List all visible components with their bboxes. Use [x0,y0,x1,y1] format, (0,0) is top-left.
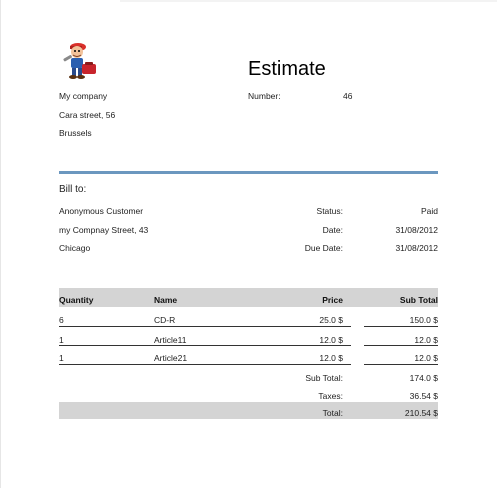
date-value: 31/08/2012 [395,225,438,235]
due-date-label: Due Date: [304,243,343,253]
bill-to-heading: Bill to: [59,184,87,195]
mechanic-mascot-icon [63,43,96,79]
document-title: Estimate [248,58,326,80]
table-cell-name: Article11 [154,335,187,345]
company-street: Cara street, 56 [59,110,116,120]
table-cell-quantity: 1 [59,335,64,345]
due-date-value: 31/08/2012 [395,243,438,253]
row-divider [59,364,351,365]
row-divider [59,345,351,346]
column-header-name: Name [154,295,178,305]
row-divider [59,326,351,327]
column-header-quantity: Quantity [59,295,94,305]
customer-city: Chicago [59,243,91,253]
table-cell-price: 25.0 $ [319,315,343,325]
section-divider [59,171,438,174]
row-divider [364,326,438,327]
subtotal-label: Sub Total: [305,373,343,383]
column-header-subtotal: Sub Total [399,295,438,305]
row-divider [364,364,438,365]
table-cell-price: 12.0 $ [319,353,343,363]
page-top-edge [120,0,497,2]
date-label: Date: [322,225,343,235]
page-left-edge [0,0,1,488]
table-cell-name: Article21 [154,353,188,363]
company-name: My company [59,91,108,101]
customer-street: my Compnay Street, 43 [59,225,149,235]
customer-name: Anonymous Customer [59,206,144,216]
table-cell-name: CD-R [154,315,176,325]
subtotal-value: 174.0 $ [409,373,438,383]
table-cell-quantity: 6 [59,315,64,325]
table-cell-subtotal: 12.0 $ [414,353,438,363]
total-label: Total: [322,408,343,418]
table-cell-price: 12.0 $ [319,335,343,345]
table-cell-subtotal: 150.0 $ [409,315,438,325]
company-city: Brussels [59,128,92,138]
status-label: Status: [316,206,343,216]
column-header-price: Price [322,295,343,305]
taxes-label: Taxes: [318,391,343,401]
total-value: 210.54 $ [404,408,438,418]
row-divider [364,345,438,346]
number-label: Number: [248,91,281,101]
table-cell-subtotal: 12.0 $ [414,335,438,345]
taxes-value: 36.54 $ [409,391,438,401]
status-value: Paid [420,206,438,216]
table-cell-quantity: 1 [59,353,64,363]
number-value: 46 [343,91,353,101]
